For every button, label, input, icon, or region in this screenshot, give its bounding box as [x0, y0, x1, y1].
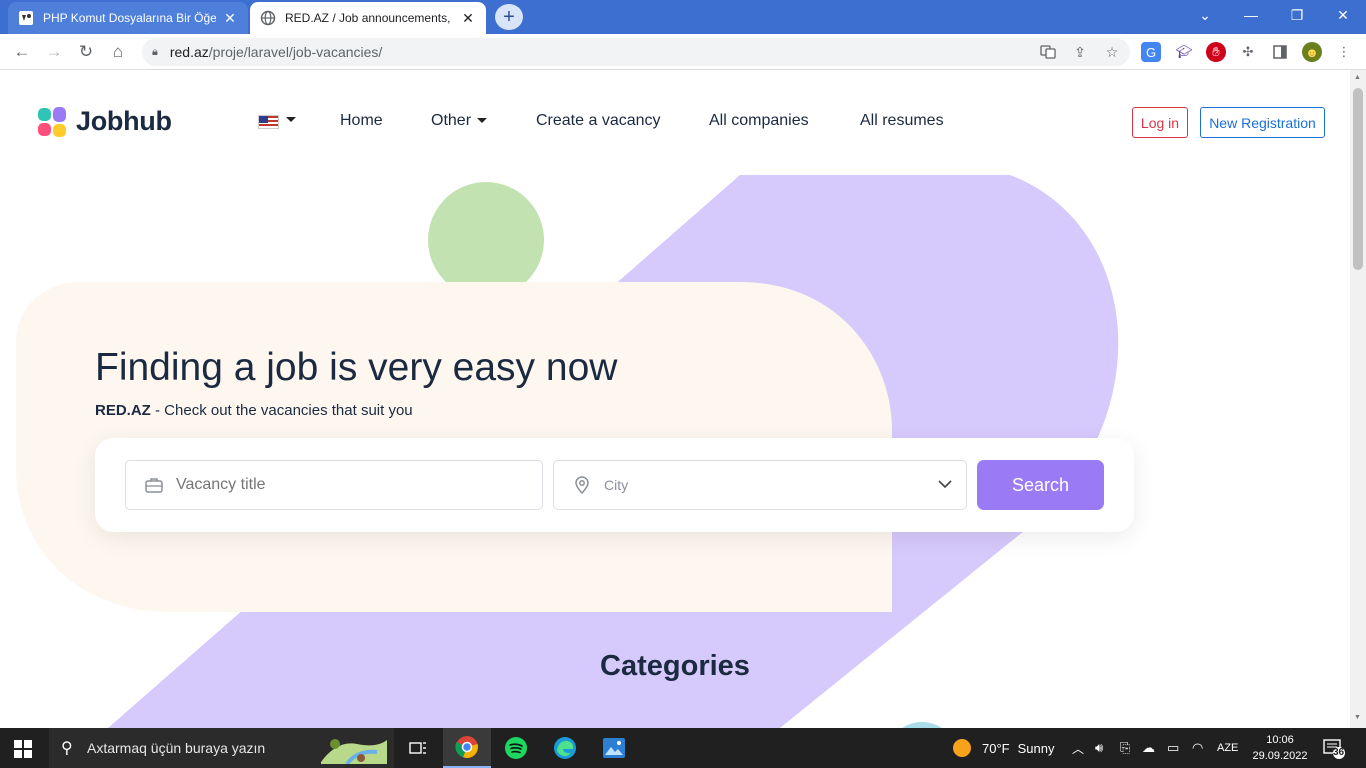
tab-title: RED.AZ / Job announcements, lat	[285, 11, 454, 25]
url-path: /proje/laravel/job-vacancies/	[208, 44, 383, 60]
location-pin-icon	[575, 476, 589, 495]
hero-brand: RED.AZ	[95, 402, 151, 419]
tab-php-scripts[interactable]: PHP Komut Dosyalarına Bir Öğe Y ✕	[8, 2, 248, 34]
language-caret-icon[interactable]	[286, 117, 296, 122]
hero-background-shapes	[16, 175, 1119, 728]
address-bar[interactable]: 🔒︎ red.az/proje/laravel/job-vacancies/	[142, 38, 1130, 66]
windows-taskbar: ⚲ Axtarmaq üçün buraya yazın 70°F Sunny …	[0, 728, 1366, 768]
briefcase-icon	[145, 478, 163, 493]
city-select[interactable]: City	[553, 460, 967, 510]
scroll-up-icon[interactable]: ▲	[1354, 74, 1361, 81]
logo-text: Jobhub	[76, 106, 172, 136]
browser-tab-bar: PHP Komut Dosyalarına Bir Öğe Y ✕ RED.AZ…	[0, 0, 1366, 34]
weather-temp: 70°F	[982, 740, 1010, 756]
tray-chevron-up-icon[interactable]: ︿	[1072, 728, 1084, 768]
wifi-icon[interactable]: ◠	[1192, 728, 1203, 768]
share-icon[interactable]: ⇪	[1069, 41, 1091, 63]
php-favicon-icon	[18, 10, 34, 26]
battery-icon[interactable]: ▭	[1167, 728, 1179, 768]
nav-other[interactable]: Other	[431, 112, 488, 130]
dropdown-caret-icon	[477, 118, 488, 124]
lock-icon: 🔒︎	[152, 45, 158, 58]
hero-subtitle-text: - Check out the vacancies that suit you	[150, 402, 413, 419]
taskbar-clock[interactable]: 10:06 29.09.2022	[1248, 732, 1312, 764]
close-tab-icon[interactable]: ✕	[222, 10, 238, 27]
tab-title: PHP Komut Dosyalarına Bir Öğe Y	[43, 11, 216, 25]
page-scrollbar[interactable]: ▲ ▼	[1350, 70, 1366, 728]
weather-widget[interactable]: 70°F Sunny	[953, 728, 1054, 768]
menu-kebab-icon[interactable]: ⋮	[1334, 42, 1354, 62]
task-view-icon[interactable]	[394, 728, 442, 768]
scroll-down-icon[interactable]: ▼	[1354, 714, 1361, 721]
site-logo[interactable]: Jobhub	[38, 106, 172, 137]
globe-icon	[260, 10, 276, 26]
hero-title: Finding a job is very easy now	[95, 346, 618, 389]
taskbar-search[interactable]: ⚲ Axtarmaq üçün buraya yazın	[49, 728, 394, 768]
onedrive-cloud-icon[interactable]: ☁	[1142, 728, 1155, 768]
close-tab-icon[interactable]: ✕	[460, 10, 476, 27]
tab-search-chevron-icon[interactable]: ⌄	[1182, 0, 1228, 30]
nav-create-vacancy[interactable]: Create a vacancy	[536, 112, 661, 130]
chrome-taskbar-icon[interactable]	[443, 728, 491, 768]
profile-avatar-icon[interactable]: ☻	[1302, 42, 1322, 62]
puzzle-extensions-icon[interactable]: ✣	[1238, 42, 1258, 62]
reload-icon[interactable]: ↻	[75, 41, 97, 63]
search-highlight-illustration-icon	[321, 739, 387, 764]
new-registration-button[interactable]: New Registration	[1200, 107, 1325, 138]
search-card: City Search	[95, 438, 1134, 532]
us-flag-icon[interactable]	[258, 115, 279, 129]
home-icon[interactable]: ⌂	[107, 41, 129, 63]
minimize-icon[interactable]: —	[1228, 0, 1274, 30]
url-host: red.az	[169, 44, 209, 60]
taskbar-search-placeholder: Axtarmaq üçün buraya yazın	[87, 740, 266, 756]
notification-center-icon[interactable]: 36	[1322, 737, 1346, 759]
vacancy-title-input[interactable]	[176, 476, 542, 494]
translate-icon[interactable]	[1037, 41, 1059, 63]
scrollbar-thumb[interactable]	[1353, 88, 1363, 270]
bookmark-star-icon[interactable]: ☆	[1101, 41, 1123, 63]
clock-date: 29.09.2022	[1252, 750, 1308, 762]
city-select-value: City	[604, 477, 629, 493]
login-button[interactable]: Log in	[1132, 107, 1188, 138]
clock-time: 10:06	[1266, 734, 1294, 746]
green-circle	[428, 182, 544, 298]
graduation-cap-extension-icon[interactable]: 🎓︎	[1174, 42, 1194, 62]
browser-toolbar: ← → ↻ ⌂ 🔒︎ red.az/proje/laravel/job-vaca…	[0, 34, 1366, 97]
notification-count: 36	[1333, 747, 1345, 758]
forward-icon[interactable]: →	[43, 41, 65, 63]
windows-start-icon[interactable]	[14, 740, 32, 758]
tab-redaz[interactable]: RED.AZ / Job announcements, lat ✕	[250, 2, 486, 34]
chevron-down-icon	[938, 480, 952, 489]
nav-all-companies[interactable]: All companies	[709, 112, 809, 130]
restore-icon[interactable]: ❐	[1274, 0, 1320, 30]
close-window-icon[interactable]: ✕	[1320, 0, 1366, 30]
back-icon[interactable]: ←	[11, 41, 33, 63]
side-panel-icon[interactable]	[1270, 42, 1290, 62]
search-button[interactable]: Search	[977, 460, 1104, 510]
weather-text: Sunny	[1017, 740, 1055, 756]
volume-icon[interactable]: 🔊︎	[1095, 728, 1103, 768]
nav-home[interactable]: Home	[340, 112, 383, 130]
hero-subtitle: RED.AZ - Check out the vacancies that su…	[95, 402, 413, 419]
nav-all-resumes[interactable]: All resumes	[860, 112, 944, 130]
meet-now-icon[interactable]: ⎘	[1120, 728, 1130, 768]
page-viewport: Jobhub Home Other Create a vacancy All c…	[0, 70, 1350, 728]
spotify-icon[interactable]	[492, 728, 540, 768]
nav-other-label: Other	[431, 112, 472, 129]
photos-icon[interactable]	[590, 728, 638, 768]
categories-heading: Categories	[600, 650, 750, 682]
search-icon: ⚲	[61, 740, 73, 757]
edge-icon[interactable]	[541, 728, 589, 768]
language-indicator[interactable]: AZE	[1217, 728, 1238, 768]
new-tab-button[interactable]: +	[495, 4, 523, 30]
sun-icon	[953, 739, 971, 757]
vacancy-title-field[interactable]	[125, 460, 543, 510]
logo-mark-icon	[38, 106, 66, 137]
adblock-extension-icon[interactable]: ✋︎	[1206, 42, 1226, 62]
google-translate-extension-icon[interactable]: G	[1141, 42, 1161, 62]
